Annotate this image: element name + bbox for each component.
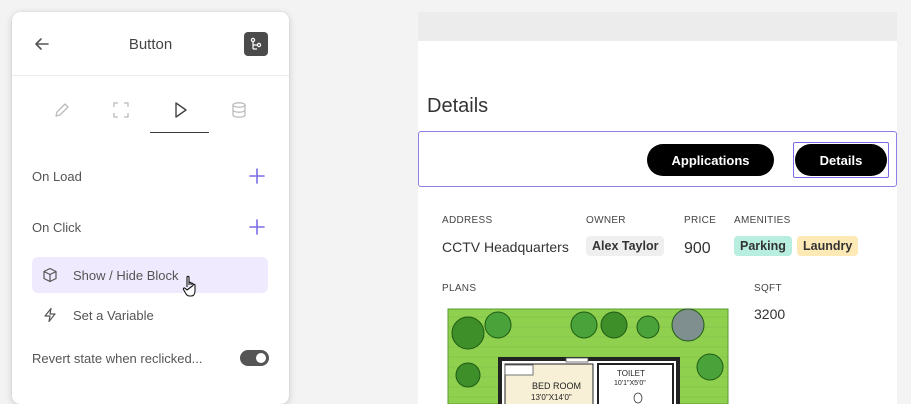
price-label: PRICE: [684, 215, 717, 226]
cube-icon: [42, 267, 58, 283]
owner-chip: Alex Taylor: [586, 236, 665, 256]
tab-style[interactable]: [32, 92, 91, 133]
button-settings-panel: Button On Load On Click Show / Hide Bloc…: [12, 12, 289, 404]
panel-header: Button: [12, 12, 289, 76]
add-on-load-action-icon[interactable]: [248, 167, 266, 185]
owner-label: OWNER: [586, 215, 626, 226]
details-button[interactable]: Details: [793, 142, 889, 178]
play-icon: [170, 100, 190, 125]
amenity-chip-laundry: Laundry: [797, 236, 859, 256]
floor-plan-image: BED ROOM 13'0"X14'0" TOILET 10'1"X5'0": [442, 303, 734, 404]
tab-layout[interactable]: [91, 92, 150, 133]
action-label: Set a Variable: [73, 307, 154, 323]
pencil-icon: [52, 100, 72, 125]
revert-state-toggle[interactable]: [240, 350, 269, 366]
on-load-label: On Load: [32, 169, 82, 184]
sqft-value: 3200: [754, 306, 786, 322]
on-click-label: On Click: [32, 220, 82, 235]
button-group-block[interactable]: Applications Details: [418, 131, 897, 187]
canvas-top-bar: [418, 12, 897, 41]
plans-label: PLANS: [442, 283, 477, 294]
plan-room-1-label: BED ROOM: [532, 381, 581, 391]
hand-pointer-cursor-icon: [182, 274, 200, 300]
page-canvas: Details Applications Details ADDRESS CCT…: [418, 41, 897, 404]
plan-room-1-size: 13'0"X14'0": [531, 393, 572, 402]
action-set-variable[interactable]: Set a Variable: [32, 297, 268, 333]
revert-state-label: Revert state when reclicked...: [32, 351, 203, 366]
amenities-label: AMENITIES: [734, 215, 791, 226]
panel-tabs: [32, 92, 269, 133]
plan-room-2-size: 10'1"X5'0": [614, 380, 646, 387]
details-heading: Details: [427, 95, 489, 117]
lightning-icon: [42, 307, 58, 323]
component-tree-icon[interactable]: [244, 32, 268, 56]
action-show-hide-block[interactable]: Show / Hide Block: [32, 257, 268, 293]
price-value: 900: [684, 240, 711, 257]
database-icon: [229, 100, 249, 125]
sqft-label: SQFT: [754, 283, 782, 294]
plan-room-2-label: TOILET: [617, 369, 645, 378]
applications-button[interactable]: Applications: [647, 144, 774, 176]
address-label: ADDRESS: [442, 215, 493, 226]
amenity-chip-parking: Parking: [734, 236, 792, 256]
tab-data[interactable]: [209, 92, 268, 133]
address-value: CCTV Headquarters: [442, 239, 569, 255]
tab-actions[interactable]: [150, 92, 209, 133]
add-on-click-action-icon[interactable]: [248, 218, 266, 236]
expand-icon: [111, 100, 131, 125]
action-label: Show / Hide Block: [73, 267, 179, 283]
